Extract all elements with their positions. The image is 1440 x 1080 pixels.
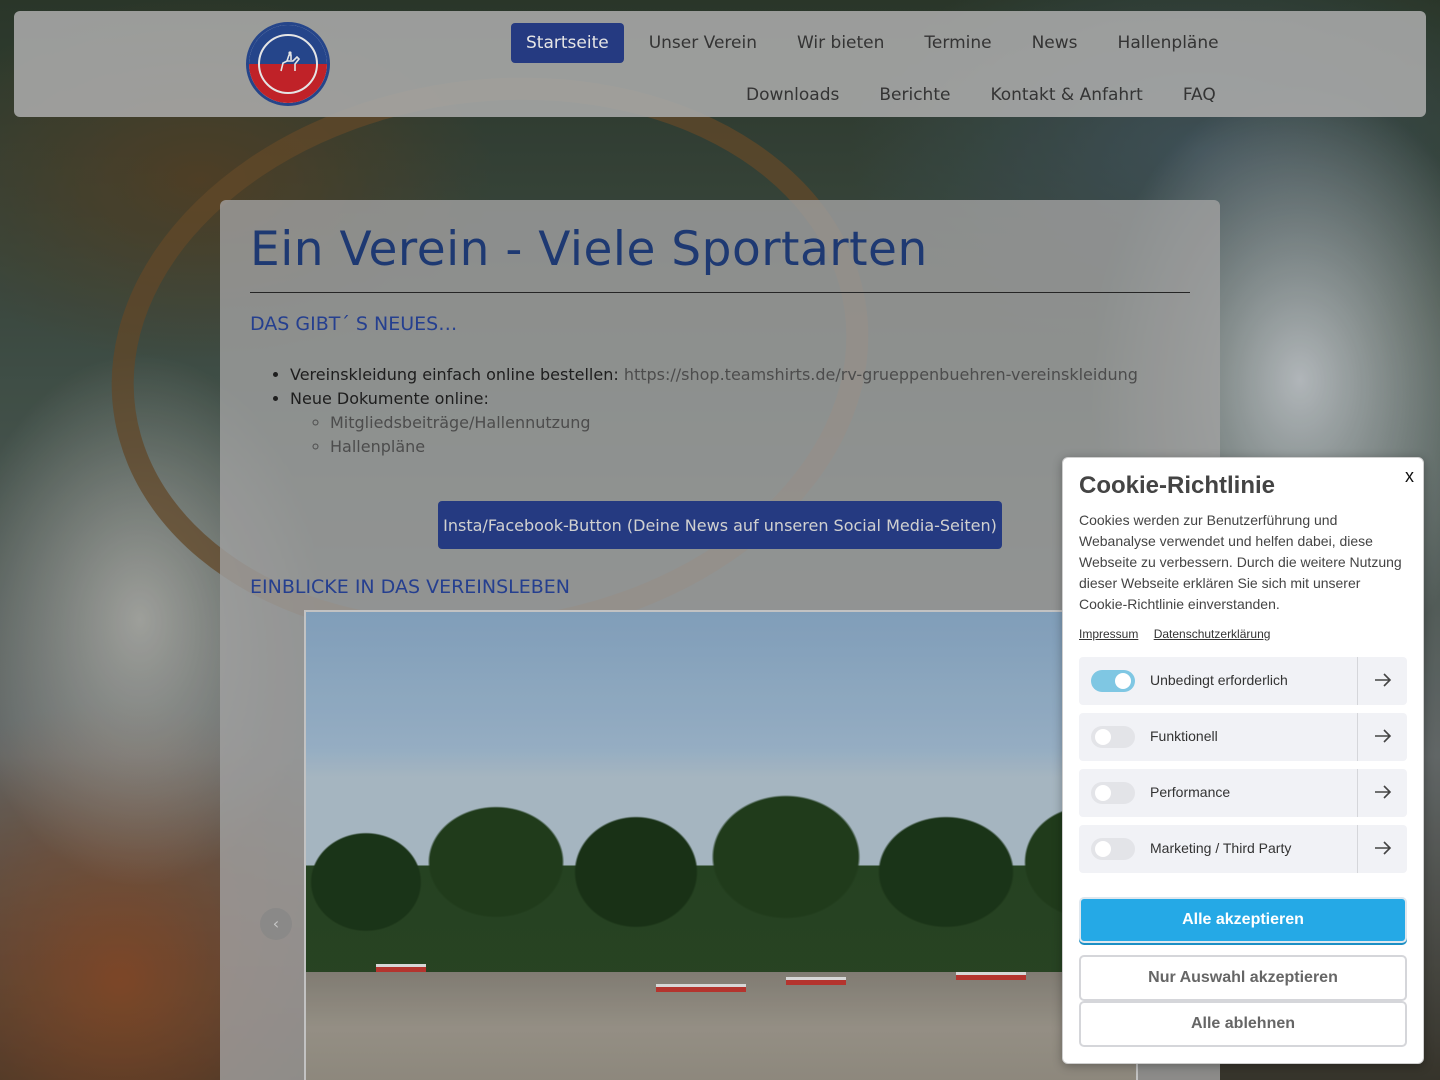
impressum-link[interactable]: Impressum <box>1079 627 1138 641</box>
arrow-right-icon[interactable] <box>1372 669 1394 691</box>
toggle-performance[interactable] <box>1091 782 1135 804</box>
cookie-links: Impressum Datenschutzerklärung <box>1079 627 1282 641</box>
cookie-description: Cookies werden zur Benutzerführung und W… <box>1079 512 1402 612</box>
cookie-close-button[interactable]: x <box>1405 466 1414 487</box>
toggle-functional[interactable] <box>1091 726 1135 748</box>
category-label: Unbedingt erforderlich <box>1150 672 1288 688</box>
reject-all-button[interactable]: Alle ablehnen <box>1079 1001 1407 1047</box>
category-label: Marketing / Third Party <box>1150 840 1292 856</box>
cookie-category-marketing: Marketing / Third Party <box>1079 825 1407 873</box>
accept-all-button[interactable]: Alle akzeptieren <box>1079 897 1407 943</box>
cookie-category-performance: Performance <box>1079 769 1407 817</box>
accept-selection-button[interactable]: Nur Auswahl akzeptieren <box>1079 955 1407 1001</box>
category-label: Performance <box>1150 784 1231 800</box>
datenschutz-link[interactable]: Datenschutzerklärung <box>1154 627 1271 641</box>
arrow-right-icon[interactable] <box>1372 781 1394 803</box>
toggle-marketing[interactable] <box>1091 838 1135 860</box>
cookie-category-functional: Funktionell <box>1079 713 1407 761</box>
toggle-essential[interactable] <box>1091 670 1135 692</box>
category-label: Funktionell <box>1150 728 1218 744</box>
cookie-category-essential: Unbedingt erforderlich <box>1079 657 1407 705</box>
cookie-title: Cookie-Richtlinie <box>1079 472 1276 499</box>
arrow-right-icon[interactable] <box>1372 837 1394 859</box>
cookie-dialog: x Cookie-Richtlinie Cookies werden zur B… <box>1062 457 1424 1064</box>
arrow-right-icon[interactable] <box>1372 725 1394 747</box>
